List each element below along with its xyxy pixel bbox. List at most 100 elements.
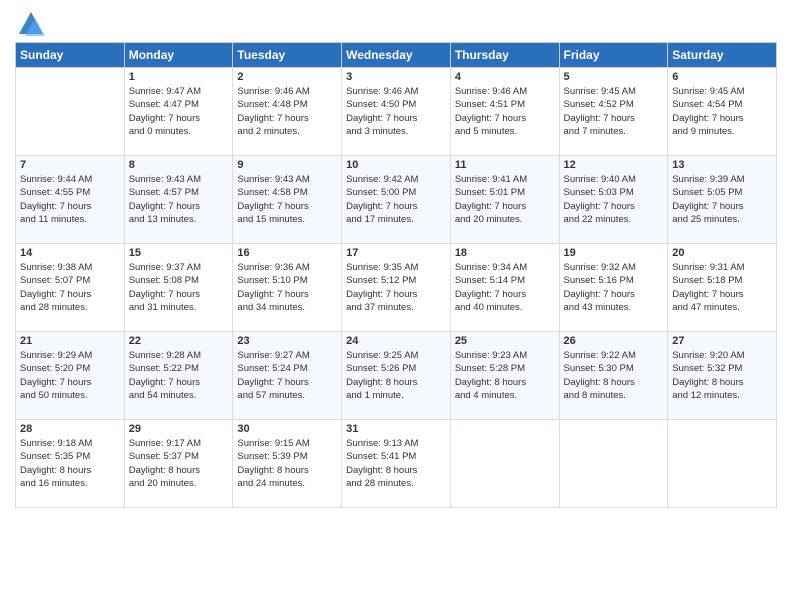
- day-number: 26: [564, 335, 664, 347]
- weekday-header-tuesday: Tuesday: [233, 43, 342, 68]
- calendar-cell: 22 Sunrise: 9:28 AM Sunset: 5:22 PM Dayli…: [124, 332, 233, 420]
- weekday-header-sunday: Sunday: [16, 43, 125, 68]
- calendar-cell: 13Sunrise: 9:39 AM Sunset: 5:05 PM Dayli…: [668, 156, 777, 244]
- calendar-week-1: 7 Sunrise: 9:44 AM Sunset: 4:55 PM Daylig…: [16, 156, 777, 244]
- day-number: 24: [346, 335, 446, 347]
- day-number: 18: [455, 247, 555, 259]
- weekday-header-saturday: Saturday: [668, 43, 777, 68]
- day-number: 31: [346, 423, 446, 435]
- day-info: Sunrise: 9:42 AM Sunset: 5:00 PM Dayligh…: [346, 173, 446, 226]
- calendar-cell: [450, 420, 559, 508]
- page-container: SundayMondayTuesdayWednesdayThursdayFrid…: [0, 0, 792, 518]
- calendar-cell: 8 Sunrise: 9:43 AM Sunset: 4:57 PM Daylig…: [124, 156, 233, 244]
- header: [15, 10, 777, 34]
- day-number: 7: [20, 159, 120, 171]
- day-info: Sunrise: 9:17 AM Sunset: 5:37 PM Dayligh…: [129, 437, 229, 490]
- day-number: 3: [346, 71, 446, 83]
- weekday-header-row: SundayMondayTuesdayWednesdayThursdayFrid…: [16, 43, 777, 68]
- day-number: 17: [346, 247, 446, 259]
- day-info: Sunrise: 9:34 AM Sunset: 5:14 PM Dayligh…: [455, 261, 555, 314]
- calendar-cell: 18 Sunrise: 9:34 AM Sunset: 5:14 PM Dayli…: [450, 244, 559, 332]
- day-number: 19: [564, 247, 664, 259]
- calendar-cell: 20Sunrise: 9:31 AM Sunset: 5:18 PM Dayli…: [668, 244, 777, 332]
- calendar-cell: 30Sunrise: 9:15 AM Sunset: 5:39 PM Dayli…: [233, 420, 342, 508]
- calendar-cell: 19 Sunrise: 9:32 AM Sunset: 5:16 PM Dayli…: [559, 244, 668, 332]
- day-number: 23: [237, 335, 337, 347]
- day-number: 2: [237, 71, 337, 83]
- day-number: 25: [455, 335, 555, 347]
- day-number: 15: [129, 247, 229, 259]
- day-number: 27: [672, 335, 772, 347]
- day-number: 8: [129, 159, 229, 171]
- day-info: Sunrise: 9:46 AM Sunset: 4:51 PM Dayligh…: [455, 85, 555, 138]
- calendar-cell: 26 Sunrise: 9:22 AM Sunset: 5:30 PM Dayli…: [559, 332, 668, 420]
- day-number: 14: [20, 247, 120, 259]
- day-info: Sunrise: 9:46 AM Sunset: 4:50 PM Dayligh…: [346, 85, 446, 138]
- day-number: 10: [346, 159, 446, 171]
- calendar-cell: 2 Sunrise: 9:46 AM Sunset: 4:48 PM Daylig…: [233, 68, 342, 156]
- day-info: Sunrise: 9:25 AM Sunset: 5:26 PM Dayligh…: [346, 349, 446, 402]
- calendar-cell: 1 Sunrise: 9:47 AM Sunset: 4:47 PM Daylig…: [124, 68, 233, 156]
- day-info: Sunrise: 9:47 AM Sunset: 4:47 PM Dayligh…: [129, 85, 229, 138]
- calendar-cell: 12 Sunrise: 9:40 AM Sunset: 5:03 PM Dayli…: [559, 156, 668, 244]
- day-info: Sunrise: 9:44 AM Sunset: 4:55 PM Dayligh…: [20, 173, 120, 226]
- calendar-cell: 6 Sunrise: 9:45 AM Sunset: 4:54 PM Daylig…: [668, 68, 777, 156]
- day-info: Sunrise: 9:31 AM Sunset: 5:18 PM Dayligh…: [672, 261, 772, 314]
- weekday-header-wednesday: Wednesday: [342, 43, 451, 68]
- day-info: Sunrise: 9:28 AM Sunset: 5:22 PM Dayligh…: [129, 349, 229, 402]
- day-info: Sunrise: 9:27 AM Sunset: 5:24 PM Dayligh…: [237, 349, 337, 402]
- day-number: 6: [672, 71, 772, 83]
- day-info: Sunrise: 9:36 AM Sunset: 5:10 PM Dayligh…: [237, 261, 337, 314]
- calendar-week-4: 28Sunrise: 9:18 AM Sunset: 5:35 PM Dayli…: [16, 420, 777, 508]
- day-info: Sunrise: 9:13 AM Sunset: 5:41 PM Dayligh…: [346, 437, 446, 490]
- calendar-cell: 9 Sunrise: 9:43 AM Sunset: 4:58 PM Daylig…: [233, 156, 342, 244]
- day-info: Sunrise: 9:39 AM Sunset: 5:05 PM Dayligh…: [672, 173, 772, 226]
- logo-icon: [17, 10, 45, 38]
- day-info: Sunrise: 9:15 AM Sunset: 5:39 PM Dayligh…: [237, 437, 337, 490]
- day-number: 21: [20, 335, 120, 347]
- day-info: Sunrise: 9:40 AM Sunset: 5:03 PM Dayligh…: [564, 173, 664, 226]
- day-number: 4: [455, 71, 555, 83]
- calendar-cell: 23 Sunrise: 9:27 AM Sunset: 5:24 PM Dayli…: [233, 332, 342, 420]
- calendar-cell: 7 Sunrise: 9:44 AM Sunset: 4:55 PM Daylig…: [16, 156, 125, 244]
- calendar-cell: 21Sunrise: 9:29 AM Sunset: 5:20 PM Dayli…: [16, 332, 125, 420]
- calendar-cell: 17 Sunrise: 9:35 AM Sunset: 5:12 PM Dayli…: [342, 244, 451, 332]
- calendar-week-3: 21Sunrise: 9:29 AM Sunset: 5:20 PM Dayli…: [16, 332, 777, 420]
- logo: [15, 10, 45, 34]
- day-info: Sunrise: 9:41 AM Sunset: 5:01 PM Dayligh…: [455, 173, 555, 226]
- calendar-cell: [16, 68, 125, 156]
- day-info: Sunrise: 9:23 AM Sunset: 5:28 PM Dayligh…: [455, 349, 555, 402]
- calendar-cell: 11 Sunrise: 9:41 AM Sunset: 5:01 PM Dayli…: [450, 156, 559, 244]
- calendar-cell: 14 Sunrise: 9:38 AM Sunset: 5:07 PM Dayli…: [16, 244, 125, 332]
- day-number: 12: [564, 159, 664, 171]
- day-info: Sunrise: 9:46 AM Sunset: 4:48 PM Dayligh…: [237, 85, 337, 138]
- day-number: 29: [129, 423, 229, 435]
- day-info: Sunrise: 9:35 AM Sunset: 5:12 PM Dayligh…: [346, 261, 446, 314]
- day-info: Sunrise: 9:38 AM Sunset: 5:07 PM Dayligh…: [20, 261, 120, 314]
- day-info: Sunrise: 9:18 AM Sunset: 5:35 PM Dayligh…: [20, 437, 120, 490]
- calendar-cell: 10 Sunrise: 9:42 AM Sunset: 5:00 PM Dayli…: [342, 156, 451, 244]
- day-info: Sunrise: 9:45 AM Sunset: 4:54 PM Dayligh…: [672, 85, 772, 138]
- calendar-cell: [559, 420, 668, 508]
- day-info: Sunrise: 9:43 AM Sunset: 4:57 PM Dayligh…: [129, 173, 229, 226]
- calendar-cell: 3 Sunrise: 9:46 AM Sunset: 4:50 PM Daylig…: [342, 68, 451, 156]
- day-info: Sunrise: 9:22 AM Sunset: 5:30 PM Dayligh…: [564, 349, 664, 402]
- calendar-table: SundayMondayTuesdayWednesdayThursdayFrid…: [15, 42, 777, 508]
- calendar-cell: 24 Sunrise: 9:25 AM Sunset: 5:26 PM Dayli…: [342, 332, 451, 420]
- calendar-week-0: 1 Sunrise: 9:47 AM Sunset: 4:47 PM Daylig…: [16, 68, 777, 156]
- day-number: 9: [237, 159, 337, 171]
- day-info: Sunrise: 9:37 AM Sunset: 5:08 PM Dayligh…: [129, 261, 229, 314]
- day-number: 5: [564, 71, 664, 83]
- day-info: Sunrise: 9:45 AM Sunset: 4:52 PM Dayligh…: [564, 85, 664, 138]
- day-info: Sunrise: 9:43 AM Sunset: 4:58 PM Dayligh…: [237, 173, 337, 226]
- calendar-cell: 5 Sunrise: 9:45 AM Sunset: 4:52 PM Daylig…: [559, 68, 668, 156]
- calendar-cell: 16Sunrise: 9:36 AM Sunset: 5:10 PM Dayli…: [233, 244, 342, 332]
- calendar-cell: 31 Sunrise: 9:13 AM Sunset: 5:41 PM Dayli…: [342, 420, 451, 508]
- day-info: Sunrise: 9:32 AM Sunset: 5:16 PM Dayligh…: [564, 261, 664, 314]
- calendar-cell: [668, 420, 777, 508]
- day-number: 1: [129, 71, 229, 83]
- calendar-cell: 29 Sunrise: 9:17 AM Sunset: 5:37 PM Dayli…: [124, 420, 233, 508]
- calendar-cell: 27Sunrise: 9:20 AM Sunset: 5:32 PM Dayli…: [668, 332, 777, 420]
- day-number: 22: [129, 335, 229, 347]
- day-number: 11: [455, 159, 555, 171]
